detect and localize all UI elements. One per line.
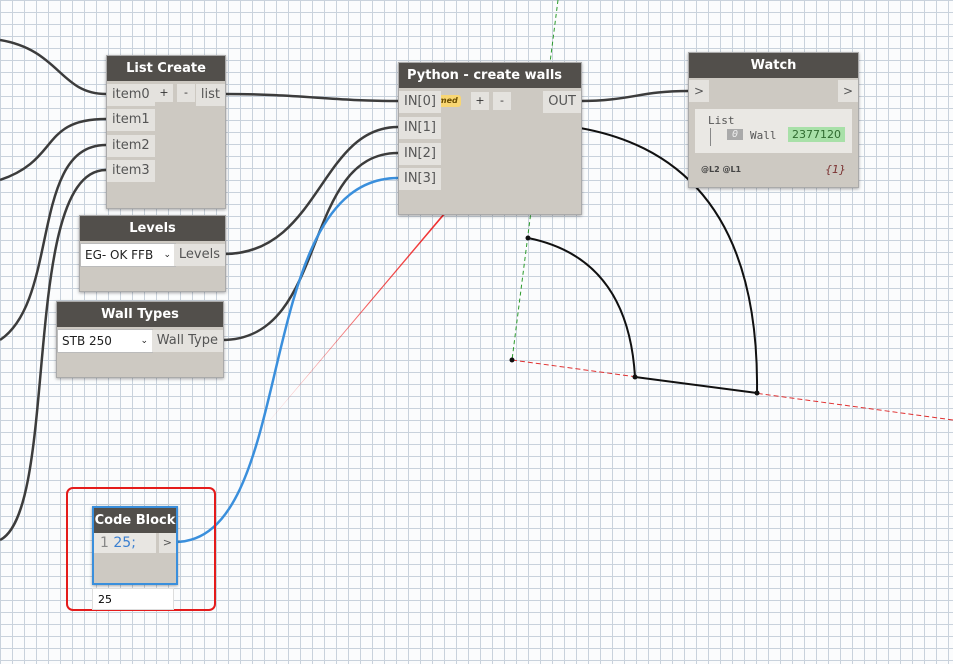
output-port[interactable]: > bbox=[158, 533, 176, 553]
line-number: 1 bbox=[100, 535, 109, 551]
list-label: List bbox=[708, 114, 735, 127]
item-count: {1} bbox=[825, 163, 846, 176]
chevron-down-icon: ⌄ bbox=[163, 250, 171, 260]
wall-types-dropdown[interactable]: STB 250 ⌄ bbox=[57, 329, 153, 353]
node-title: Watch bbox=[689, 53, 858, 78]
input-port-item3[interactable]: item3 bbox=[107, 160, 155, 182]
remove-input-button[interactable]: - bbox=[493, 92, 511, 110]
item-type: Wall bbox=[750, 129, 777, 142]
code-block-preview: 25 bbox=[92, 588, 174, 610]
input-port-in2[interactable]: IN[2] bbox=[399, 143, 441, 165]
input-port-in1[interactable]: IN[1] bbox=[399, 117, 441, 139]
input-port-in3[interactable]: IN[3] bbox=[399, 168, 441, 190]
output-port-levels[interactable]: Levels bbox=[173, 244, 225, 266]
dropdown-value: EG- OK FFB bbox=[85, 248, 154, 262]
element-id-link[interactable]: 2377120 bbox=[788, 127, 845, 142]
list-levels: @L2 @L1 bbox=[701, 165, 742, 174]
watch-output-port[interactable]: > bbox=[837, 80, 858, 102]
add-input-button[interactable]: + bbox=[471, 92, 489, 110]
input-port-item0[interactable]: item0 bbox=[107, 84, 155, 106]
output-port-wall-type[interactable]: Wall Type bbox=[151, 330, 223, 352]
node-title: Code Block bbox=[94, 508, 176, 533]
code-text: 25; bbox=[113, 535, 136, 551]
remove-input-button[interactable]: - bbox=[177, 84, 195, 102]
node-title: List Create bbox=[107, 56, 225, 81]
wire-list-python bbox=[223, 92, 399, 103]
dropdown-value: STB 250 bbox=[62, 334, 112, 348]
node-title: Levels bbox=[80, 216, 225, 241]
input-port-in0[interactable]: IN[0] bbox=[399, 91, 441, 113]
wire-levels-python bbox=[223, 125, 399, 256]
add-input-button[interactable]: + bbox=[155, 84, 173, 102]
code-editor[interactable]: 1 25; bbox=[94, 533, 156, 553]
code-block-node[interactable]: Code Block 1 25; > bbox=[92, 506, 178, 585]
watch-preview: List 0 Wall 2377120 bbox=[695, 109, 852, 153]
wire-in-item1 bbox=[0, 117, 107, 182]
levels-node[interactable]: Levels EG- OK FFB ⌄ Levels bbox=[79, 215, 226, 292]
node-title: Python - create walls bbox=[407, 68, 563, 83]
output-port-list[interactable]: list bbox=[195, 84, 225, 106]
python-node[interactable]: Python - create wallsRenamed IN[0] IN[1]… bbox=[398, 62, 582, 215]
output-port-out[interactable]: OUT bbox=[543, 91, 581, 113]
list-create-node[interactable]: List Create item0 item1 item2 item3 + - … bbox=[106, 55, 226, 209]
levels-dropdown[interactable]: EG- OK FFB ⌄ bbox=[80, 243, 176, 267]
watch-input-port[interactable]: > bbox=[689, 80, 710, 102]
watch-node[interactable]: Watch > > List 0 Wall 2377120 @L2 @L1 {1… bbox=[688, 52, 859, 188]
wire-walltype-python bbox=[221, 151, 399, 342]
wall-types-node[interactable]: Wall Types STB 250 ⌄ Wall Type bbox=[56, 301, 224, 378]
wire-in-item0 bbox=[0, 38, 107, 96]
input-port-item2[interactable]: item2 bbox=[107, 135, 155, 157]
list-index: 0 bbox=[727, 129, 744, 140]
input-port-item1[interactable]: item1 bbox=[107, 109, 155, 131]
node-title: Wall Types bbox=[57, 302, 223, 327]
wire-python-watch bbox=[579, 89, 689, 103]
chevron-down-icon: ⌄ bbox=[140, 336, 148, 346]
